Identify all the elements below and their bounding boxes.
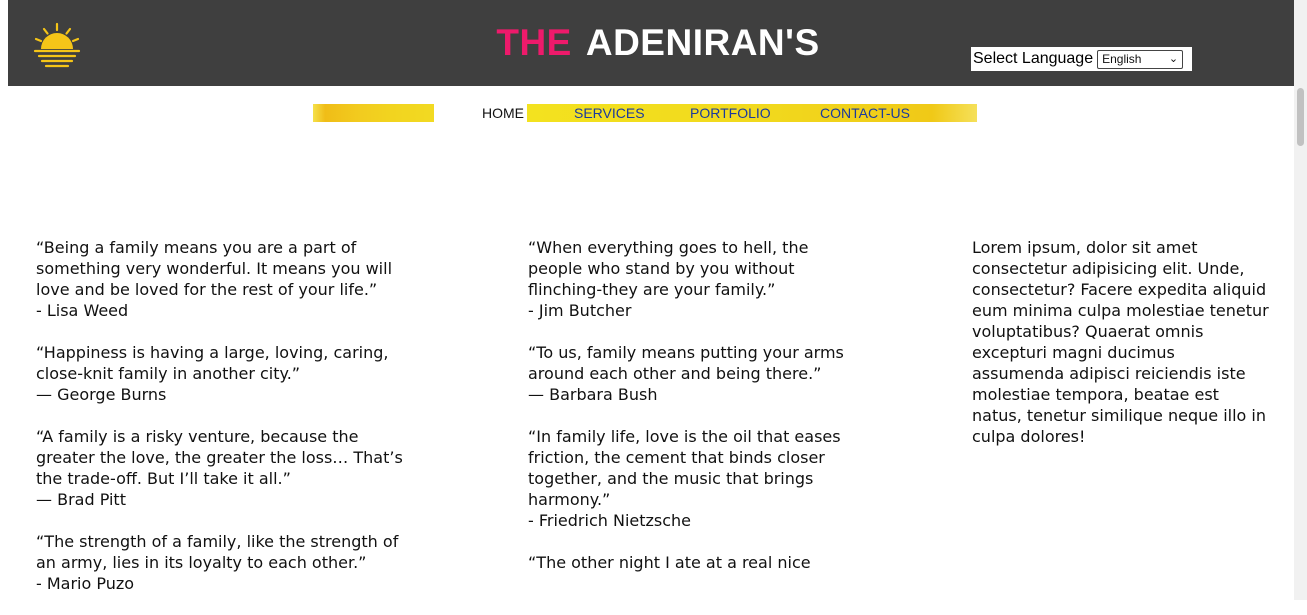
language-selector: Select Language English ⌄ [971,47,1192,71]
nav-home-link[interactable]: HOME [482,104,524,122]
brand-name: ADENIRAN'S [585,22,820,63]
language-dropdown[interactable]: English ⌄ [1097,49,1184,69]
lorem-column-right: Lorem ipsum, dolor sit amet consectetur … [972,237,1272,468]
quote-author: - Friedrich Nietzsche [528,511,692,530]
page-scrollbar[interactable] [1294,0,1307,600]
quote-author: - Lisa Weed [36,301,129,320]
quote-block: “To us, family means putting your arms a… [528,342,858,405]
quote-block: “The strength of a family, like the stre… [36,531,416,594]
quote-author: — Barbara Bush [528,385,658,404]
quotes-column-left: “Being a family means you are a part of … [36,237,416,615]
nav-contact-link[interactable]: CONTACT-US [820,104,910,122]
language-selected-value: English [1102,52,1142,66]
quote-text: “In family life, love is the oil that ea… [528,427,841,509]
quote-author: — Brad Pitt [36,490,126,509]
quote-block: “Being a family means you are a part of … [36,237,416,321]
nav-portfolio-link[interactable]: PORTFOLIO [690,104,771,122]
quote-block: “In family life, love is the oil that ea… [528,426,858,531]
lorem-paragraph: Lorem ipsum, dolor sit amet consectetur … [972,238,1269,446]
quote-block: “Happiness is having a large, loving, ca… [36,342,416,405]
quote-text: “When everything goes to hell, the peopl… [528,238,809,299]
quotes-column-middle: “When everything goes to hell, the peopl… [528,237,858,594]
quote-text: “Happiness is having a large, loving, ca… [36,343,389,383]
chevron-down-icon: ⌄ [1168,52,1179,65]
quote-text: “Being a family means you are a part of … [36,238,393,299]
quote-text: “The strength of a family, like the stre… [36,532,399,572]
quote-block: “The other night I ate at a real nice [528,552,858,573]
nav-bar-left-stripe [313,104,434,122]
quote-author: - Mario Puzo [36,574,135,593]
language-label: Select Language [973,50,1094,67]
quote-author: - Jim Butcher [528,301,632,320]
quote-text: “To us, family means putting your arms a… [528,343,844,383]
scrollbar-thumb[interactable] [1297,88,1304,146]
quote-author: — George Burns [36,385,167,404]
nav-services-link[interactable]: SERVICES [574,104,645,122]
brand-the: THE [496,22,572,63]
quote-block: “When everything goes to hell, the peopl… [528,237,858,321]
site-header: THE ADENIRAN'S Select Language English ⌄ [8,0,1294,86]
quote-text: “The other night I ate at a real nice [528,553,811,572]
quote-block: “A family is a risky venture, because th… [36,426,416,510]
quote-text: “A family is a risky venture, because th… [36,427,403,488]
